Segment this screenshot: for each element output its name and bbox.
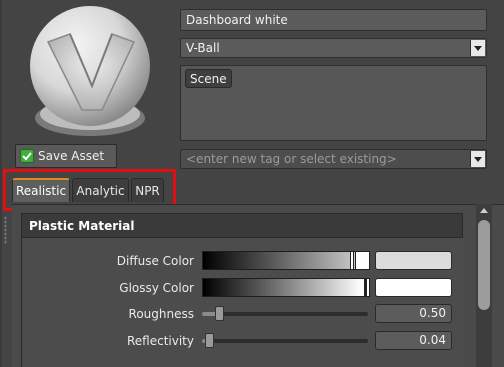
left-edge (0, 0, 2, 367)
save-asset-button[interactable]: Save Asset (15, 144, 117, 168)
save-asset-icon (20, 149, 34, 163)
material-preview (20, 0, 176, 146)
roughness-value-field[interactable]: 0.50 (375, 304, 452, 323)
diffuse-gradient-end (355, 251, 370, 270)
asset-name-field[interactable]: Dashboard white (180, 9, 487, 31)
asset-name-value: Dashboard white (186, 13, 288, 27)
panel-grip-handle[interactable] (4, 216, 7, 244)
tag-input[interactable]: <enter new tag or select existing> (180, 149, 487, 169)
chevron-down-icon[interactable] (470, 40, 485, 56)
diffuse-gradient-marker[interactable] (350, 251, 354, 270)
tag-chip-scene[interactable]: Scene (185, 69, 232, 88)
roughness-slider-knob[interactable] (215, 306, 224, 321)
environment-selected-value: V-Ball (186, 41, 220, 55)
glossy-color-gradient[interactable] (202, 278, 370, 297)
scrollbar-thumb[interactable] (478, 220, 490, 310)
save-asset-label: Save Asset (38, 149, 105, 163)
environment-select[interactable]: V-Ball (180, 38, 487, 58)
section-header[interactable]: Plastic Material (21, 213, 463, 238)
scroll-up-arrow-icon[interactable] (476, 204, 492, 217)
chevron-down-icon[interactable] (470, 151, 485, 167)
reflectivity-slider-knob[interactable] (205, 333, 214, 348)
glossy-gradient-marker[interactable] (364, 278, 367, 297)
roughness-slider[interactable] (202, 306, 368, 321)
section-title: Plastic Material (29, 218, 135, 233)
reflectivity-value-field[interactable]: 0.04 (375, 331, 452, 350)
diffuse-color-swatch[interactable] (375, 251, 452, 270)
roughness-label: Roughness (128, 307, 194, 321)
reflectivity-slider[interactable] (202, 333, 368, 348)
diffuse-color-label: Diffuse Color (116, 254, 194, 268)
reflectivity-label: Reflectivity (126, 334, 194, 348)
diffuse-color-gradient[interactable] (202, 251, 370, 270)
glossy-color-label: Glossy Color (119, 281, 194, 295)
glossy-color-swatch[interactable] (375, 278, 452, 297)
tag-input-placeholder: <enter new tag or select existing> (186, 152, 397, 166)
tags-list[interactable]: Scene (180, 65, 487, 141)
